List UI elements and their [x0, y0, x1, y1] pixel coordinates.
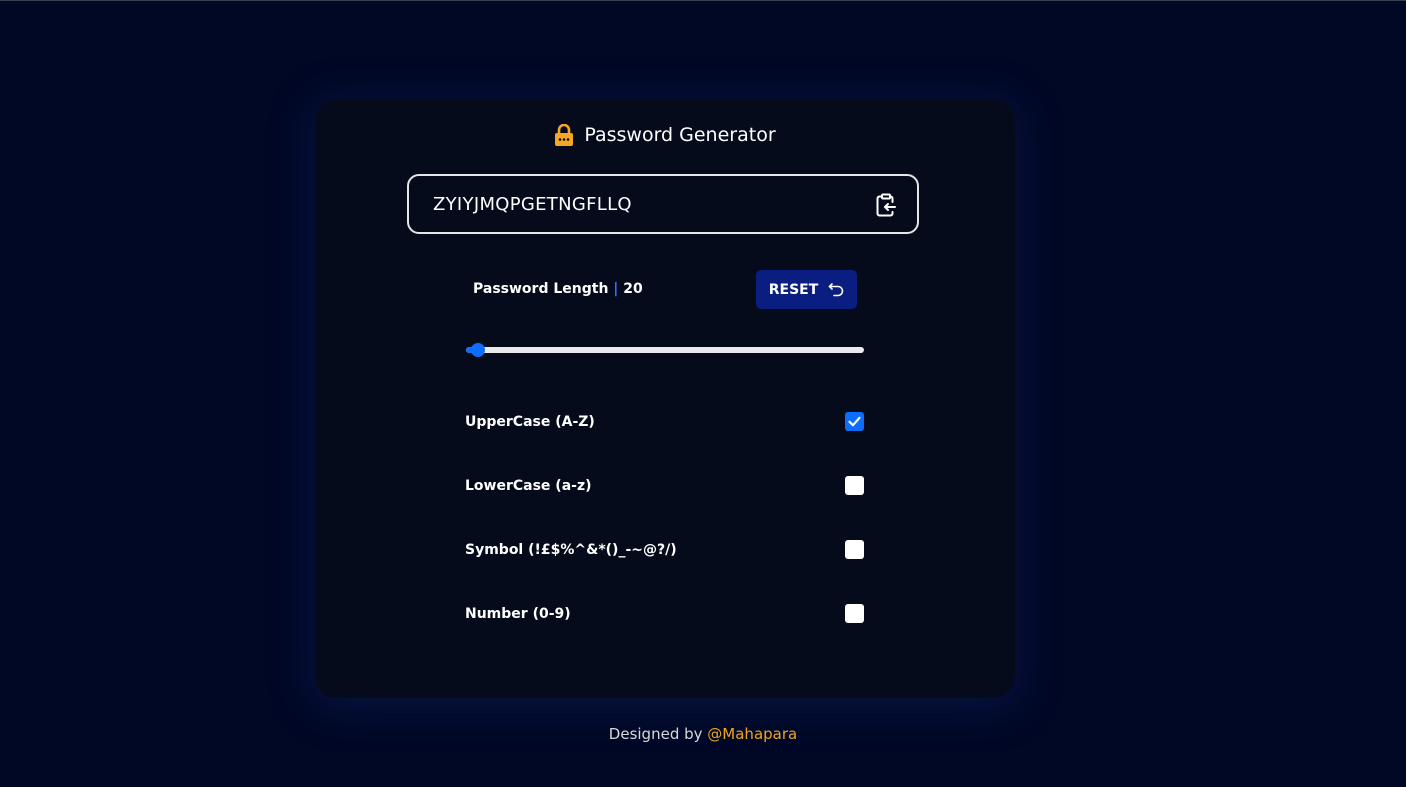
- option-checkbox[interactable]: [845, 476, 864, 495]
- reset-label: RESET: [768, 281, 819, 298]
- password-value[interactable]: ZYIYJMQPGETNGFLLQ: [433, 194, 632, 215]
- top-border: [0, 0, 1406, 1]
- option-row: Number (0-9): [465, 604, 865, 626]
- lock-icon: [554, 123, 574, 146]
- length-slider[interactable]: [466, 343, 864, 357]
- footer: Designed by @Mahapara: [0, 725, 1406, 743]
- length-slider-thumb[interactable]: [470, 343, 485, 357]
- page-title: Password Generator: [584, 124, 776, 146]
- option-label: Number (0-9): [465, 606, 571, 622]
- undo-icon: [828, 282, 844, 298]
- author-link[interactable]: @Mahapara: [707, 725, 797, 743]
- option-checkbox[interactable]: [845, 412, 864, 431]
- option-checkbox[interactable]: [845, 604, 864, 623]
- checkmark-icon: [848, 416, 861, 427]
- clipboard-copy-icon[interactable]: [875, 193, 897, 217]
- option-row: LowerCase (a-z): [465, 476, 865, 498]
- generator-card: Password Generator ZYIYJMQPGETNGFLLQ Pas…: [315, 99, 1015, 698]
- password-display[interactable]: ZYIYJMQPGETNGFLLQ: [407, 174, 919, 234]
- option-row: UpperCase (A-Z): [465, 412, 865, 434]
- footer-prefix: Designed by: [608, 725, 703, 743]
- option-label: LowerCase (a-z): [465, 478, 592, 494]
- title-row: Password Generator: [315, 121, 1015, 149]
- option-checkbox[interactable]: [845, 540, 864, 559]
- password-length-label: Password Length | 20: [473, 281, 643, 297]
- option-row: Symbol (!£$%^&*()_-~@?/): [465, 540, 865, 562]
- option-label: UpperCase (A-Z): [465, 414, 595, 430]
- length-value: 20: [623, 281, 643, 297]
- option-label: Symbol (!£$%^&*()_-~@?/): [465, 542, 677, 558]
- length-separator: |: [613, 281, 619, 297]
- length-label-text: Password Length: [473, 281, 609, 297]
- reset-button[interactable]: RESET: [756, 270, 857, 309]
